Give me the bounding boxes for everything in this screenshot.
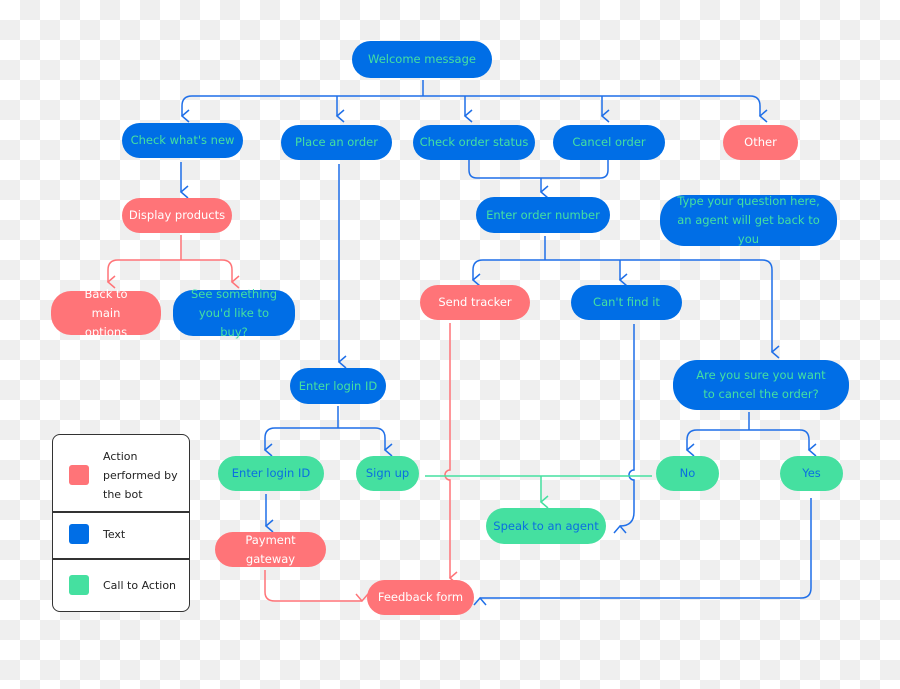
node-no: No [656, 456, 719, 491]
node-speak-to-agent: Speak to an agent [486, 508, 606, 544]
node-cancel-order: Cancel order [553, 125, 665, 160]
node-back-to-main-options: Back to main options [51, 287, 161, 339]
legend-item-cta: Call to Action [53, 570, 189, 600]
legend-label: Text [103, 527, 126, 541]
node-send-tracker: Send tracker [420, 285, 530, 320]
legend-item-text: Text [53, 519, 189, 549]
legend-swatch-cta [69, 575, 89, 595]
node-enter-login-id: Enter login ID [290, 368, 386, 404]
node-welcome-message: Welcome message [352, 41, 492, 78]
node-yes: Yes [780, 456, 843, 491]
node-are-you-sure: Are you sure you want to cancel the orde… [673, 360, 849, 410]
node-check-order-status: Check order status [413, 125, 535, 160]
node-place-order: Place an order [281, 125, 392, 160]
legend-swatch-action [69, 465, 89, 485]
legend-label: Call to Action [103, 578, 177, 592]
node-see-something: See something you'd like to buy? [173, 287, 295, 339]
node-sign-up: Sign up [356, 456, 419, 491]
node-payment-gateway: Payment gateway [215, 532, 326, 567]
node-type-question: Type your question here, an agent will g… [660, 194, 837, 246]
node-display-products: Display products [122, 198, 232, 233]
node-enter-order-number: Enter order number [476, 197, 610, 233]
legend-item-action: Action performed by the bot [53, 443, 189, 507]
node-other: Other [723, 125, 798, 160]
legend-divider [53, 511, 189, 513]
legend-swatch-text [69, 524, 89, 544]
node-cant-find-it: Can't find it [571, 285, 682, 320]
node-enter-login-id-cta: Enter login ID [218, 456, 324, 491]
node-feedback-form: Feedback form [367, 580, 474, 615]
legend-label: Action performed by the bot [103, 449, 178, 501]
legend: Action performed by the bot Text Call to… [52, 434, 190, 612]
node-check-whats-new: Check what's new [122, 123, 243, 158]
legend-divider [53, 558, 189, 560]
